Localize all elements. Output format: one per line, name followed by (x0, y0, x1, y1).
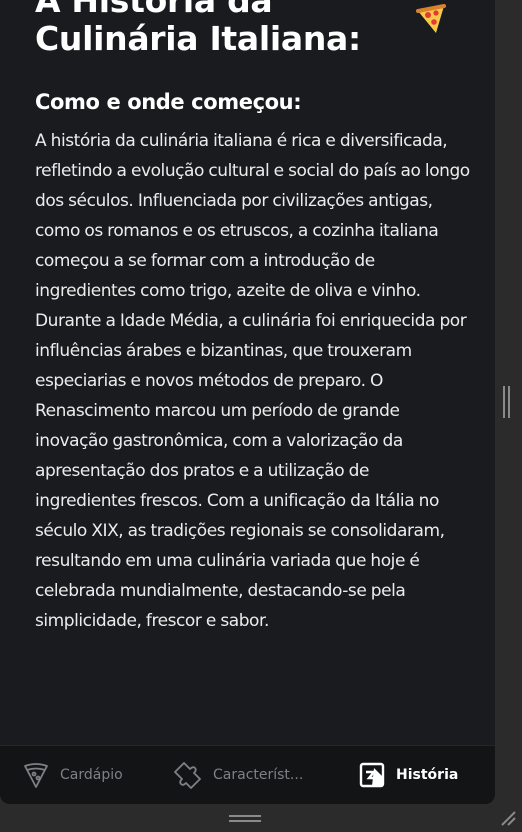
bottom-tab-bar: Cardápio Característ... História (0, 745, 495, 804)
tab-cardapio[interactable]: Cardápio (22, 760, 123, 790)
pizza-slice-icon (24, 763, 48, 788)
resize-corner-icon[interactable] (498, 808, 518, 828)
app-window: A História da Culinária Italiana: Como e… (0, 0, 495, 804)
article-body: A história da culinária italiana é rica … (35, 131, 470, 631)
section-subtitle: Como e onde começou: (35, 90, 302, 114)
pizza-icon (416, 4, 446, 33)
page-title: A História da Culinária Italiana: (35, 0, 361, 58)
scrollbar-handle[interactable] (503, 386, 511, 418)
tab-label: Cardápio (60, 767, 123, 783)
tab-historia[interactable]: História (358, 760, 458, 790)
tab-caracteristicas[interactable]: Característ... (172, 760, 303, 790)
puzzle-icon (174, 761, 201, 789)
history-icon (359, 762, 385, 788)
tab-label: Característ... (213, 767, 304, 783)
tab-label: História (396, 767, 459, 783)
resize-handle[interactable] (229, 812, 261, 824)
